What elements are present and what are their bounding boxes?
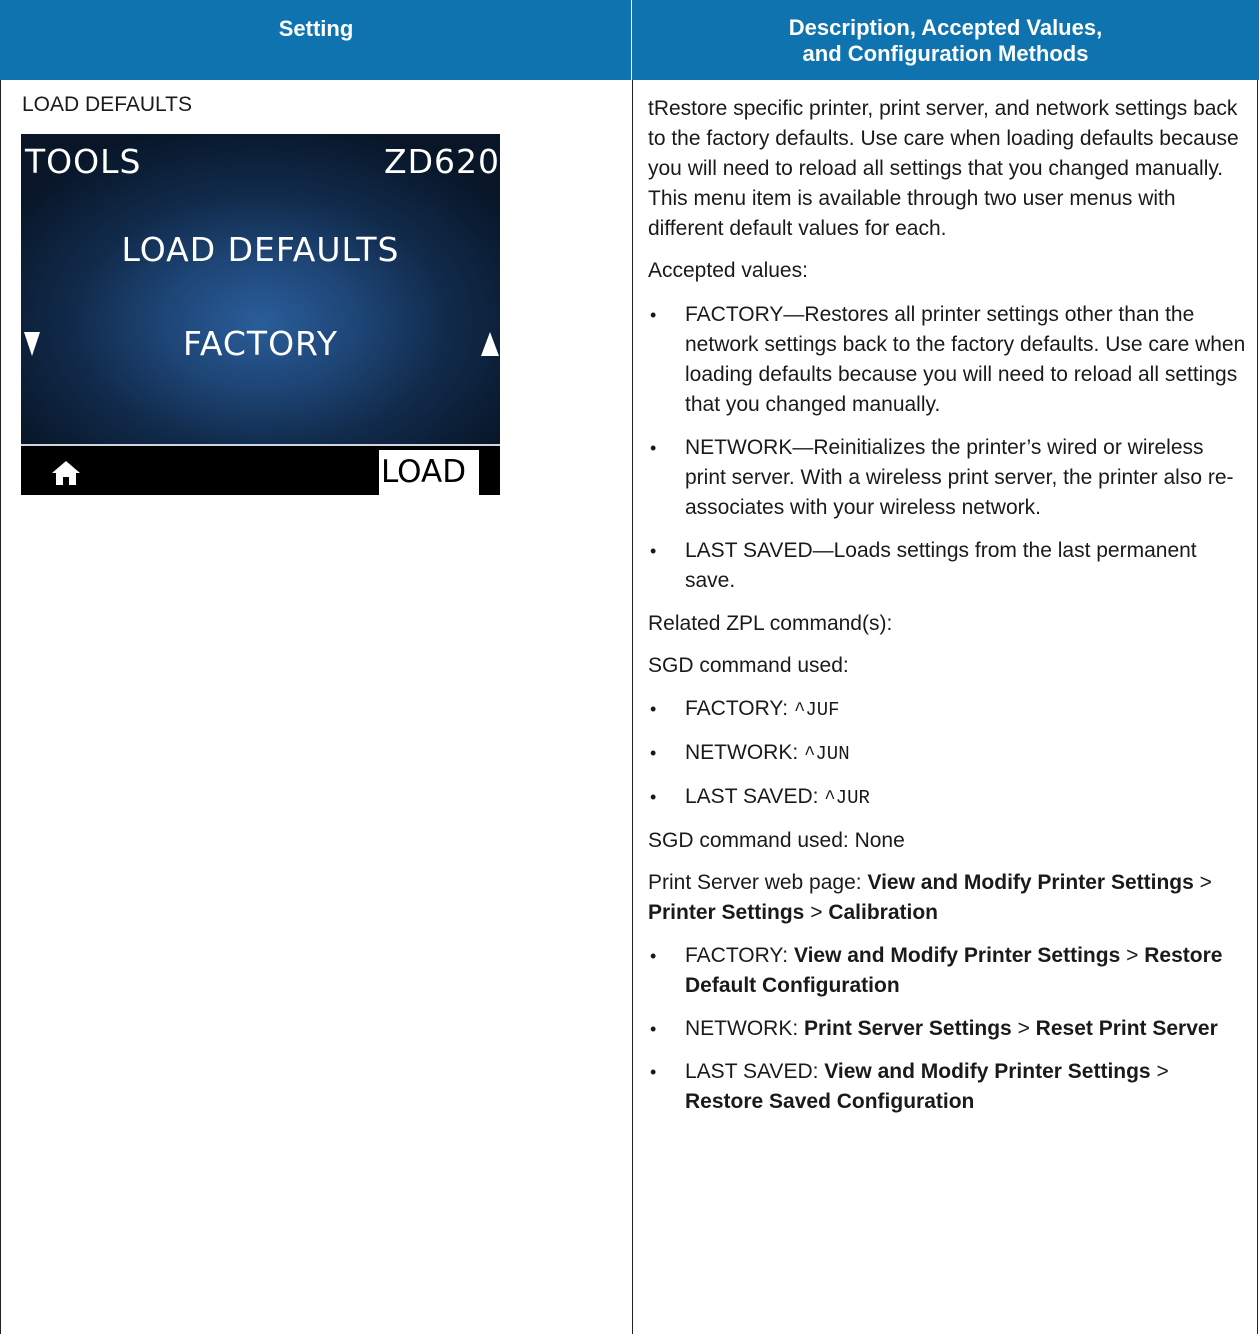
accepted-values-list: FACTORY—Restores all printer settings ot… xyxy=(648,300,1248,596)
command-code: ^JUN xyxy=(804,743,850,765)
list-item: NETWORK—Reinitializes the printer’s wire… xyxy=(648,433,1248,523)
command-list: FACTORY: ^JUF NETWORK: ^JUN LAST SAVED: … xyxy=(648,694,1248,813)
list-item: FACTORY: ^JUF xyxy=(648,694,1248,725)
column-header-description: Description, Accepted Values, and Config… xyxy=(632,0,1259,80)
home-icon xyxy=(52,461,80,485)
lcd-load-button: LOAD xyxy=(379,450,479,495)
description-intro: tRestore specific printer, print server,… xyxy=(648,97,1239,240)
lcd-setting-value: FACTORY xyxy=(182,324,339,363)
column-header-description-line1: Description, Accepted Values, xyxy=(788,15,1103,40)
command-code: ^JUF xyxy=(793,699,840,721)
table-right-border xyxy=(1257,80,1258,1334)
list-item: LAST SAVED: ^JUR xyxy=(648,782,1248,813)
lcd-bottom-bar: LOAD xyxy=(21,446,500,495)
lcd-model-name: ZD620 xyxy=(383,142,500,181)
print-server-web-page: Print Server web page: View and Modify P… xyxy=(648,871,1212,924)
description-column: tRestore specific printer, print server,… xyxy=(648,94,1248,1117)
list-item: FACTORY—Restores all printer settings ot… xyxy=(648,300,1248,420)
list-item: LAST SAVED: View and Modify Printer Sett… xyxy=(648,1057,1248,1117)
column-header-description-line2: and Configuration Methods xyxy=(802,41,1089,66)
sgd-command-label: SGD command used: xyxy=(648,654,849,677)
related-zpl-label: Related ZPL command(s): xyxy=(648,612,893,635)
command-code: ^JUR xyxy=(824,787,870,809)
column-header-setting-text: Setting xyxy=(278,16,354,41)
sgd-command-none: SGD command used: None xyxy=(648,829,905,852)
table-left-border xyxy=(0,80,1,1334)
list-item: NETWORK: ^JUN xyxy=(648,738,1248,769)
setting-name: LOAD DEFAULTS xyxy=(22,93,192,116)
lcd-menu-title: TOOLS xyxy=(25,142,142,181)
table-column-divider xyxy=(632,80,633,1334)
printer-lcd-screenshot: TOOLS ZD620 LOAD DEFAULTS FACTORY LOAD xyxy=(21,134,500,495)
list-item: LAST SAVED—Loads settings from the last … xyxy=(648,536,1248,596)
up-arrow-icon xyxy=(481,332,499,356)
list-item: NETWORK: Print Server Settings > Reset P… xyxy=(648,1014,1248,1044)
list-item: FACTORY: View and Modify Printer Setting… xyxy=(648,941,1248,1001)
web-page-list: FACTORY: View and Modify Printer Setting… xyxy=(648,941,1248,1117)
lcd-setting-title: LOAD DEFAULTS xyxy=(121,230,400,269)
column-header-setting: Setting xyxy=(0,0,632,80)
accepted-values-label: Accepted values: xyxy=(648,259,808,282)
